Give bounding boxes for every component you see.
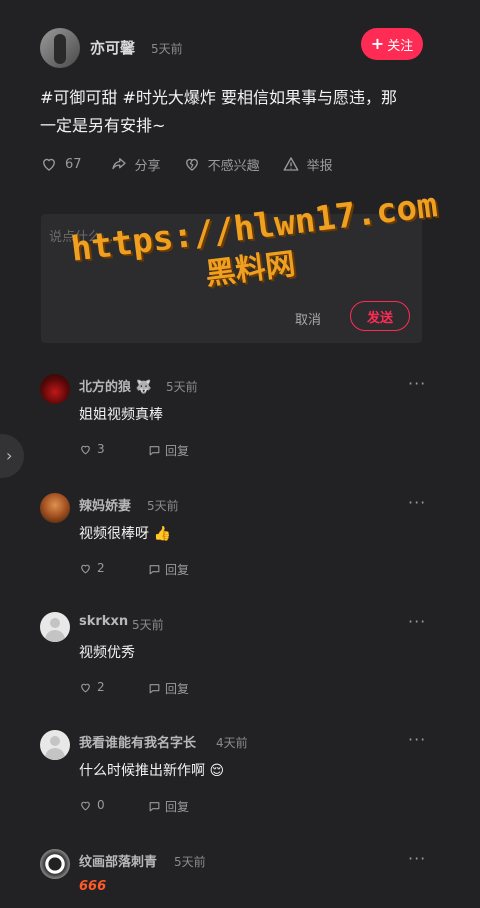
reply-button[interactable]: 回复 <box>148 561 189 578</box>
commenter-avatar[interactable] <box>40 612 70 642</box>
reply-button[interactable]: 回复 <box>148 680 189 697</box>
heart-icon <box>81 801 90 810</box>
follow-button[interactable]: + 关注 <box>361 28 423 60</box>
comment-input[interactable]: 说点什么... <box>49 226 113 245</box>
comment-like-count: 3 <box>97 442 105 456</box>
post-caption: #可御可甜 #时光大爆炸 要相信如果事与愿违，那 一定是另有安排~ <box>40 84 430 140</box>
comment-text: 姐姐视频真棒 <box>79 407 163 423</box>
like-count: 67 <box>65 156 82 172</box>
not-interested-label: 不感兴趣 <box>207 158 260 174</box>
more-options-icon[interactable]: ··· <box>408 730 426 749</box>
post-actions: 67 分享 不感兴趣 举报 <box>40 152 355 176</box>
comment-time: 5天前 <box>166 380 198 394</box>
post-caption-line1: #可御可甜 #时光大爆炸 要相信如果事与愿违，那 <box>40 88 397 107</box>
chevron-right-icon: › <box>6 446 13 465</box>
post-time: 5天前 <box>151 42 183 56</box>
heart-icon <box>43 158 55 171</box>
heart-icon <box>81 564 90 573</box>
author-avatar[interactable] <box>40 28 80 68</box>
plus-icon: + <box>370 34 385 53</box>
broken-heart-icon <box>185 158 198 171</box>
commenter-avatar[interactable] <box>40 730 70 760</box>
more-options-icon[interactable]: ··· <box>408 493 426 512</box>
commenter-name[interactable]: 辣妈娇妻 <box>79 495 131 514</box>
comment-text: 什么时候推出新作啊 😌 <box>79 763 225 779</box>
comment-time: 5天前 <box>174 855 206 869</box>
reply-button[interactable]: 回复 <box>148 442 189 459</box>
comment-like-button[interactable]: 3 <box>79 442 105 456</box>
post-caption-line2: 一定是另有安排~ <box>40 116 166 135</box>
like-button[interactable]: 67 <box>40 155 82 173</box>
commenter-avatar[interactable] <box>40 374 70 404</box>
commenter-name[interactable]: 纹画部落刺青 <box>79 851 157 870</box>
cancel-button[interactable]: 取消 <box>295 309 321 328</box>
comment-composer[interactable]: 说点什么... 取消 发送 <box>41 214 422 343</box>
comment-time: 4天前 <box>216 736 248 750</box>
share-icon <box>111 158 126 170</box>
post-header: 亦可馨 5天前 + 关注 <box>40 28 424 68</box>
comment-like-count: 0 <box>97 798 105 812</box>
more-options-icon[interactable]: ··· <box>408 374 426 393</box>
report-label: 举报 <box>306 158 333 174</box>
commenter-avatar[interactable] <box>40 849 70 879</box>
commenter-name[interactable]: 我看谁能有我名字长 <box>79 732 196 751</box>
chat-bubble-icon <box>149 446 160 456</box>
comment-like-button[interactable]: 2 <box>79 561 105 575</box>
comment-like-button[interactable]: 0 <box>79 798 105 812</box>
follow-label: 关注 <box>387 38 414 54</box>
side-expand-tab[interactable]: › <box>0 434 24 478</box>
send-button[interactable]: 发送 <box>350 301 410 331</box>
reply-label: 回复 <box>165 800 190 814</box>
share-button[interactable]: 分享 <box>110 155 161 174</box>
comment-time: 5天前 <box>132 618 164 632</box>
report-button[interactable]: 举报 <box>282 155 333 174</box>
author-name[interactable]: 亦可馨 <box>90 37 135 58</box>
heart-icon <box>81 683 90 692</box>
chat-bubble-icon <box>149 684 160 694</box>
heart-icon <box>81 445 90 454</box>
warning-icon <box>283 157 299 171</box>
chat-bubble-icon <box>149 565 160 575</box>
chat-bubble-icon <box>149 802 160 812</box>
comment-text: 666 <box>79 879 107 894</box>
comment-like-count: 2 <box>97 680 105 694</box>
share-label: 分享 <box>134 158 161 174</box>
comment-like-button[interactable]: 2 <box>79 680 105 694</box>
more-options-icon[interactable]: ··· <box>408 612 426 631</box>
commenter-name[interactable]: 北方的狼 🐺 <box>79 376 152 395</box>
not-interested-button[interactable]: 不感兴趣 <box>183 155 260 174</box>
reply-button[interactable]: 回复 <box>148 798 189 815</box>
comment-text: 视频优秀 <box>79 645 135 661</box>
reply-label: 回复 <box>165 682 190 696</box>
commenter-name[interactable]: skrkxn <box>79 614 128 629</box>
reply-label: 回复 <box>165 444 190 458</box>
commenter-avatar[interactable] <box>40 493 70 523</box>
more-options-icon[interactable]: ··· <box>408 849 426 868</box>
reply-label: 回复 <box>165 563 190 577</box>
comment-like-count: 2 <box>97 561 105 575</box>
comment-time: 5天前 <box>147 499 179 513</box>
comment-text: 视频很棒呀 👍 <box>79 526 171 542</box>
